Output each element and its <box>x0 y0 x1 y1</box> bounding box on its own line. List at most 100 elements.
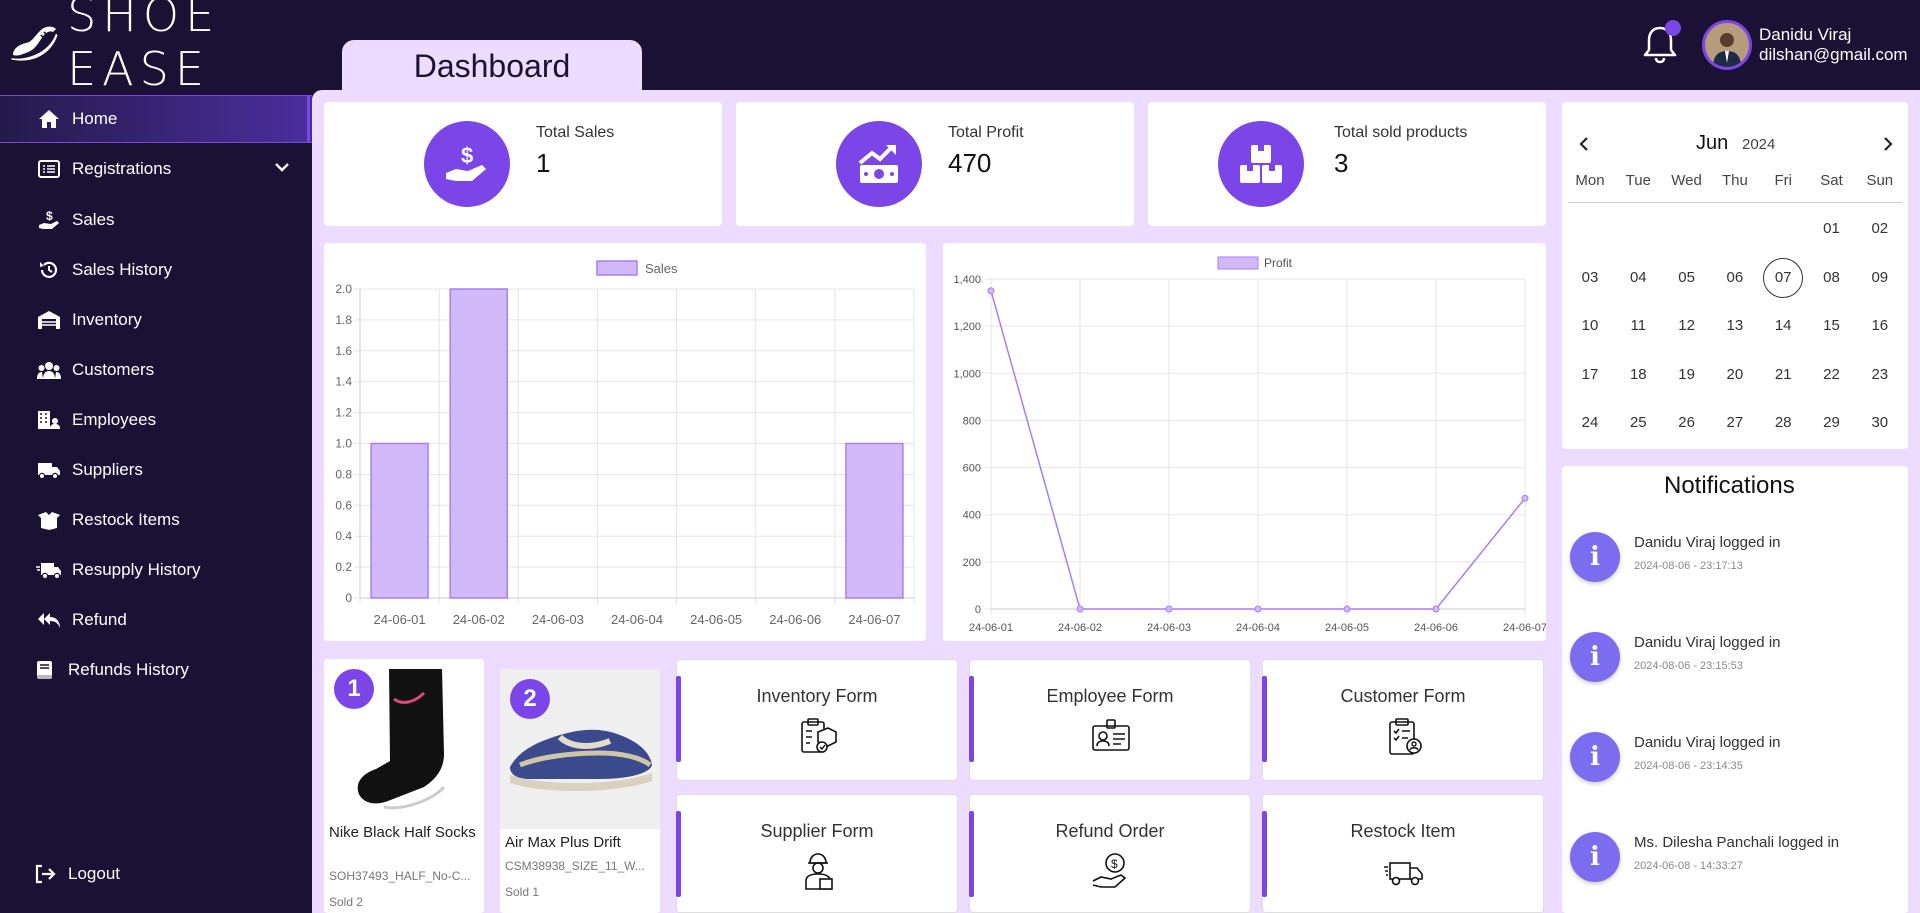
avatar[interactable] <box>1702 20 1752 70</box>
chevron-left-icon[interactable] <box>1578 136 1590 152</box>
calendar-day[interactable]: 05 <box>1667 258 1707 298</box>
sidebar-item-label: Suppliers <box>72 460 143 479</box>
calendar-day[interactable]: 21 <box>1763 355 1803 395</box>
stat-value: 1 <box>536 148 551 178</box>
calendar-day[interactable]: 06 <box>1715 258 1755 298</box>
calendar-day[interactable]: 04 <box>1618 258 1658 298</box>
svg-text:$: $ <box>46 209 53 223</box>
calendar-day[interactable]: 13 <box>1715 306 1755 346</box>
quick-form-label: Restock Item <box>1350 821 1456 841</box>
quick-form-label: Supplier Form <box>760 821 874 841</box>
sidebar-item-refunds-history[interactable]: Refunds History <box>0 646 312 694</box>
product-sold-count: Sold 1 <box>505 885 540 899</box>
sidebar: Home Registrations $ Sales Sales History… <box>0 92 312 913</box>
restock-item-button[interactable]: Restock Item <box>1262 794 1544 913</box>
reply-all-icon <box>36 609 62 631</box>
top-product-card-2[interactable]: 2 Air Max Plus Drift CSM38938_SIZE_11_W.… <box>500 669 660 913</box>
warehouse-icon <box>36 309 62 331</box>
calendar-day[interactable]: 10 <box>1570 306 1610 346</box>
y-tick-label: 0 <box>975 604 981 616</box>
calendar-weekday: Fri <box>1774 172 1792 189</box>
calendar-year[interactable]: 2024 <box>1742 136 1775 153</box>
calendar-day[interactable]: 01 <box>1812 209 1852 249</box>
calendar-divider <box>1568 202 1902 203</box>
sidebar-item-registrations[interactable]: Registrations <box>0 145 312 193</box>
calendar-day[interactable]: 15 <box>1812 306 1852 346</box>
calendar-day[interactable]: 26 <box>1667 403 1707 443</box>
notification-time: 2024-08-06 - 23:17:13 <box>1634 560 1743 572</box>
calendar-day[interactable]: 17 <box>1570 355 1610 395</box>
calendar-weekday: Tue <box>1625 172 1651 189</box>
dashboard-main: $ Total Sales 1 Total Profit 470 Total s… <box>312 90 1920 913</box>
brand-logo[interactable]: SHOE EASE <box>10 0 310 96</box>
y-tick-label: 1.2 <box>335 406 352 420</box>
notification-text: Ms. Dilesha Panchali logged in <box>1634 834 1840 851</box>
notification-badge <box>1665 20 1681 36</box>
stat-label: Total Sales <box>536 124 615 141</box>
calendar-day[interactable]: 12 <box>1667 306 1707 346</box>
quick-form-label: Customer Form <box>1340 686 1466 706</box>
refund-order-button[interactable]: Refund Order $ <box>969 794 1251 913</box>
sidebar-item-sales[interactable]: $ Sales <box>0 196 312 244</box>
x-tick-label: 24-06-06 <box>1414 622 1458 634</box>
notification-time: 2024-08-06 - 23:14:35 <box>1634 760 1743 772</box>
calendar-day[interactable]: 23 <box>1860 355 1900 395</box>
calendar-day[interactable]: 30 <box>1860 403 1900 443</box>
sidebar-item-suppliers[interactable]: Suppliers <box>0 446 312 494</box>
svg-text:$: $ <box>1111 857 1118 871</box>
y-tick-label: 1,400 <box>953 274 981 286</box>
calendar-day[interactable]: 18 <box>1618 355 1658 395</box>
sidebar-item-customers[interactable]: Customers <box>0 346 312 394</box>
calendar-day[interactable]: 29 <box>1812 403 1852 443</box>
sidebar-item-home[interactable]: Home <box>0 95 312 143</box>
delivery-person-icon <box>805 853 833 890</box>
calendar-day[interactable]: 16 <box>1860 306 1900 346</box>
sidebar-item-employees[interactable]: Employees <box>0 396 312 444</box>
chevron-right-icon[interactable] <box>1882 136 1894 152</box>
calendar-day[interactable]: 25 <box>1618 403 1658 443</box>
x-tick-label: 24-06-04 <box>611 612 663 627</box>
legend-swatch <box>1217 256 1259 270</box>
users-icon <box>36 359 62 381</box>
calendar-day[interactable]: 19 <box>1667 355 1707 395</box>
sidebar-item-label: Restock Items <box>72 510 180 529</box>
calendar-day[interactable]: 11 <box>1618 306 1658 346</box>
x-tick-label: 24-06-07 <box>1503 622 1546 634</box>
calendar-day[interactable]: 20 <box>1715 355 1755 395</box>
calendar-month[interactable]: Jun <box>1696 132 1728 155</box>
logout-button[interactable]: Logout <box>0 850 312 898</box>
sidebar-item-label: Home <box>72 109 118 128</box>
id-card-icon <box>1092 719 1130 751</box>
calendar-day[interactable]: 28 <box>1763 403 1803 443</box>
data-point <box>1343 605 1351 613</box>
calendar-day[interactable]: 08 <box>1812 258 1852 298</box>
top-product-card-1[interactable]: 1 Nike Black Half Socks SOH37493_HALF_No… <box>324 659 484 913</box>
calendar-day[interactable]: 22 <box>1812 355 1852 395</box>
sidebar-item-restock-items[interactable]: Restock Items <box>0 496 312 544</box>
customer-form-button[interactable]: Customer Form <box>1262 659 1544 781</box>
calendar-day[interactable]: 27 <box>1715 403 1755 443</box>
sidebar-item-inventory[interactable]: Inventory <box>0 296 312 344</box>
employee-form-button[interactable]: Employee Form <box>969 659 1251 781</box>
legend-swatch <box>596 260 638 276</box>
calendar-day-today[interactable]: 07 <box>1763 257 1804 298</box>
supplier-form-button[interactable]: Supplier Form <box>676 794 958 913</box>
sidebar-item-refund[interactable]: Refund <box>0 596 312 644</box>
sidebar-item-sales-history[interactable]: Sales History <box>0 246 312 294</box>
hand-coin-icon: $ <box>1092 853 1127 888</box>
calendar-day[interactable]: 03 <box>1570 258 1610 298</box>
calendar-day[interactable]: 14 <box>1763 306 1803 346</box>
stat-card-total-profit: Total Profit 470 <box>736 102 1134 226</box>
x-tick-label: 24-06-03 <box>532 612 584 627</box>
book-icon <box>32 659 58 681</box>
calendar-weekday: Mon <box>1575 172 1605 189</box>
chevron-down-icon[interactable] <box>274 159 290 175</box>
calendar-day[interactable]: 24 <box>1570 403 1610 443</box>
calendar-weekday: Sat <box>1820 172 1843 189</box>
calendar-day[interactable]: 02 <box>1860 209 1900 249</box>
stat-label: Total Profit <box>948 124 1024 141</box>
inventory-form-button[interactable]: Inventory Form <box>676 659 958 781</box>
calendar-day[interactable]: 09 <box>1860 258 1900 298</box>
y-tick-label: 0.4 <box>335 529 352 543</box>
sidebar-item-resupply-history[interactable]: Resupply History <box>0 546 312 594</box>
